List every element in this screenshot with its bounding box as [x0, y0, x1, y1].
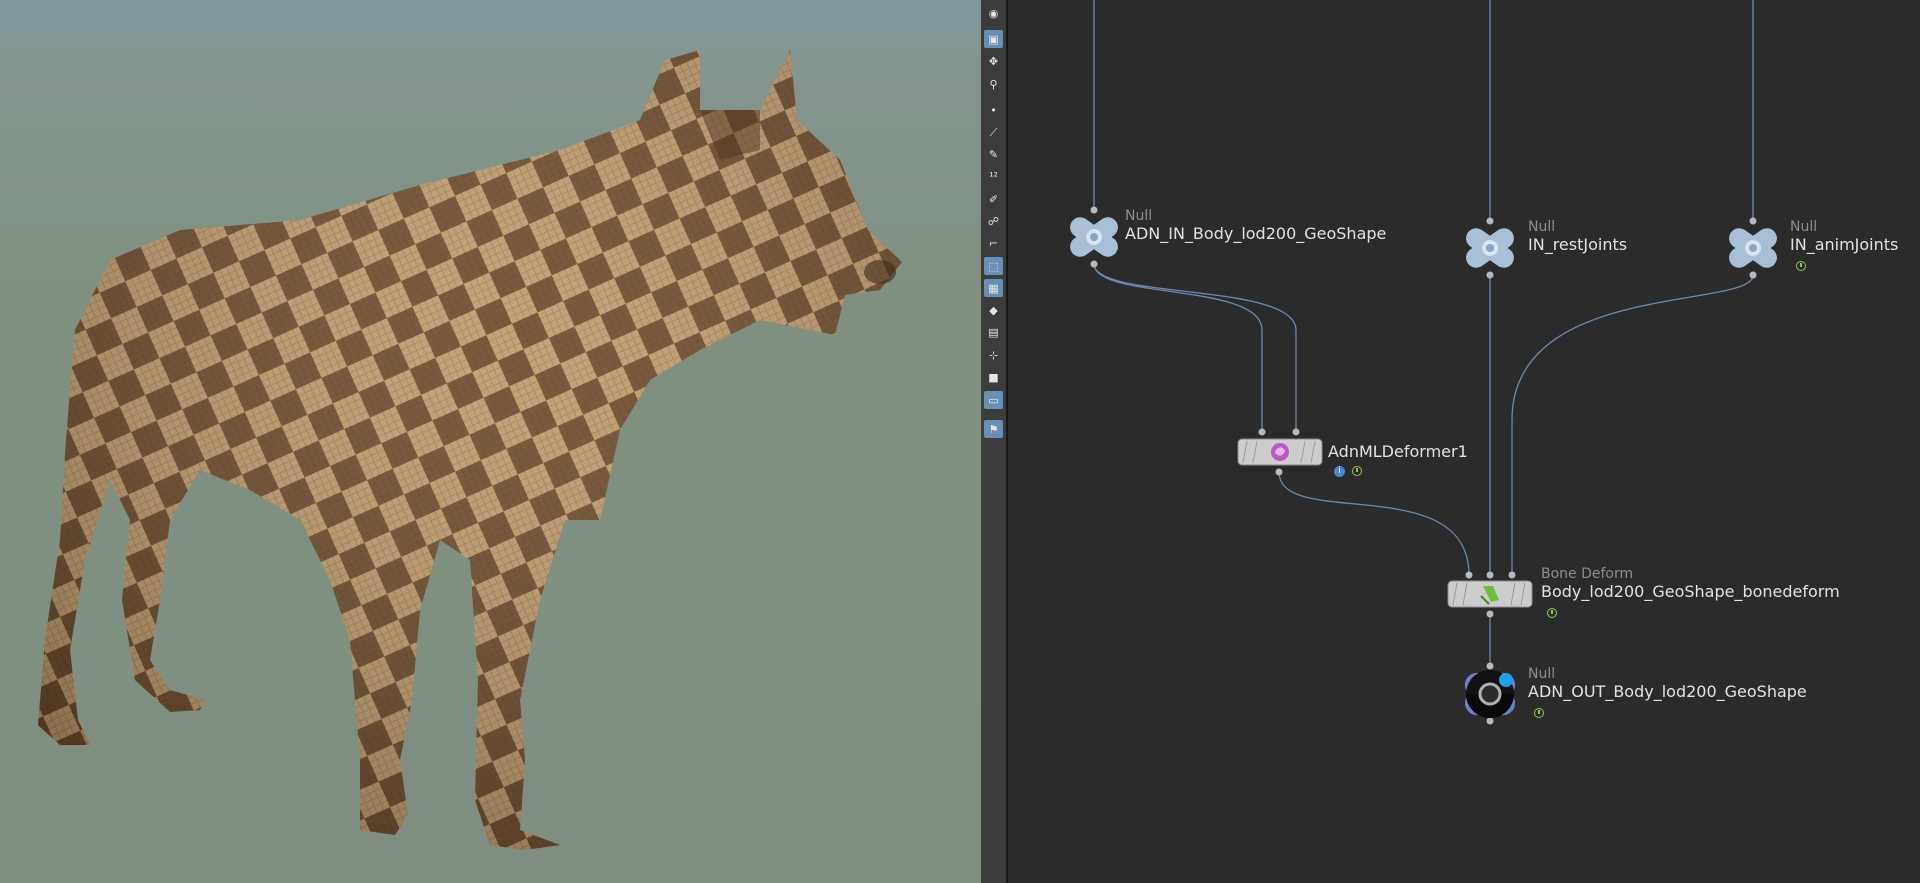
wire-in-to-ml-a[interactable]	[1093, 263, 1263, 432]
paint-icon[interactable]: ✐	[984, 190, 1003, 208]
network-editor[interactable]: Null ADN_IN_Body_lod200_GeoShape Null IN…	[1007, 0, 1920, 883]
viewport-tool-shelf: ◉ ▣ ✥ ⚲ • ⟋ ✎ ¹² ✐ ☍ ⌐ ⬚ ▦ ◆ ▤ ⊹ ■ ▭ ⚑	[981, 0, 1007, 883]
node-name-label: Body_lod200_GeoShape_bonedeform	[1541, 582, 1840, 601]
uv-grid-icon[interactable]: ▦	[984, 279, 1003, 297]
node-name-label: IN_restJoints	[1528, 235, 1628, 254]
node-ml-deformer[interactable]: AdnMLDeformer1	[1328, 442, 1468, 462]
node-bone-deform[interactable]: Bone Deform Body_lod200_GeoShape_bonedef…	[1541, 566, 1840, 602]
display-flag-icon[interactable]	[1352, 466, 1362, 476]
corner-icon[interactable]: ⌐	[984, 234, 1003, 252]
node-rest-joints[interactable]: Null IN_restJoints	[1528, 219, 1627, 255]
node-name-label: ADN_IN_Body_lod200_GeoShape	[1125, 224, 1387, 243]
info-flag-icon[interactable]: i	[1334, 466, 1345, 477]
output-null-node-shape[interactable]	[1459, 664, 1521, 724]
bone-deform-node-shape[interactable]	[1447, 580, 1533, 608]
node-name-label: ADN_OUT_Body_lod200_GeoShape	[1528, 682, 1807, 701]
node-anim-joints[interactable]: Null IN_animJoints	[1790, 219, 1898, 255]
node-type-label: Null	[1790, 219, 1818, 235]
wire-anim-to-bone[interactable]	[1511, 274, 1754, 575]
null-node-anim-joints-shape[interactable]	[1723, 223, 1783, 273]
stop-icon[interactable]: ■	[984, 368, 1003, 386]
brush-icon[interactable]: ✎	[984, 145, 1003, 163]
camera-icon[interactable]: ◉	[984, 4, 1003, 22]
connector-dots	[1090, 206, 1757, 725]
null-node-in-body-shape[interactable]	[1064, 212, 1124, 262]
pose-icon[interactable]: ⚲	[984, 75, 1003, 93]
pin-icon[interactable]: ⚑	[984, 420, 1003, 438]
node-type-label: Bone Deform	[1541, 566, 1634, 582]
snap-icon[interactable]: ⊹	[984, 346, 1003, 364]
sculpt-icon[interactable]: ☍	[984, 212, 1003, 230]
transform-handle-icon[interactable]: ✥	[984, 52, 1003, 70]
wire-ml-to-bone[interactable]	[1278, 471, 1470, 576]
display-flag-icon[interactable]	[1796, 261, 1806, 271]
diamond-icon[interactable]: ◆	[984, 301, 1003, 319]
display-options-icon[interactable]: ▭	[984, 391, 1003, 409]
point-icon[interactable]: •	[984, 101, 1003, 119]
edge-icon[interactable]: ⟋	[984, 123, 1003, 141]
wolf-body	[38, 50, 902, 850]
ml-deformer-node-shape[interactable]	[1237, 438, 1323, 466]
node-type-label: Null	[1125, 208, 1153, 224]
null-node-rest-joints-shape[interactable]	[1460, 223, 1520, 273]
node-name-label: AdnMLDeformer1	[1328, 442, 1468, 461]
houdini-window: ◉ ▣ ✥ ⚲ • ⟋ ✎ ¹² ✐ ☍ ⌐ ⬚ ▦ ◆ ▤ ⊹ ■ ▭ ⚑ N…	[0, 0, 1920, 883]
node-out-body[interactable]: Null ADN_OUT_Body_lod200_GeoShape	[1528, 666, 1807, 702]
wolf-model-render	[38, 50, 902, 850]
display-flag-icon[interactable]	[1547, 608, 1557, 618]
display-flag-icon[interactable]	[1534, 708, 1544, 718]
wire-in-to-ml-b[interactable]	[1093, 263, 1297, 432]
scene-viewport[interactable]	[0, 0, 981, 883]
node-type-label: Null	[1528, 219, 1556, 235]
group-icon[interactable]: ▤	[984, 323, 1003, 341]
number-12-icon[interactable]: ¹²	[984, 167, 1003, 185]
node-name-label: IN_animJoints	[1790, 235, 1899, 254]
select-active-icon[interactable]: ⬚	[984, 257, 1003, 275]
node-in-body[interactable]: Null ADN_IN_Body_lod200_GeoShape	[1125, 208, 1386, 244]
view-select-icon[interactable]: ▣	[984, 30, 1003, 48]
node-type-label: Null	[1528, 666, 1556, 682]
